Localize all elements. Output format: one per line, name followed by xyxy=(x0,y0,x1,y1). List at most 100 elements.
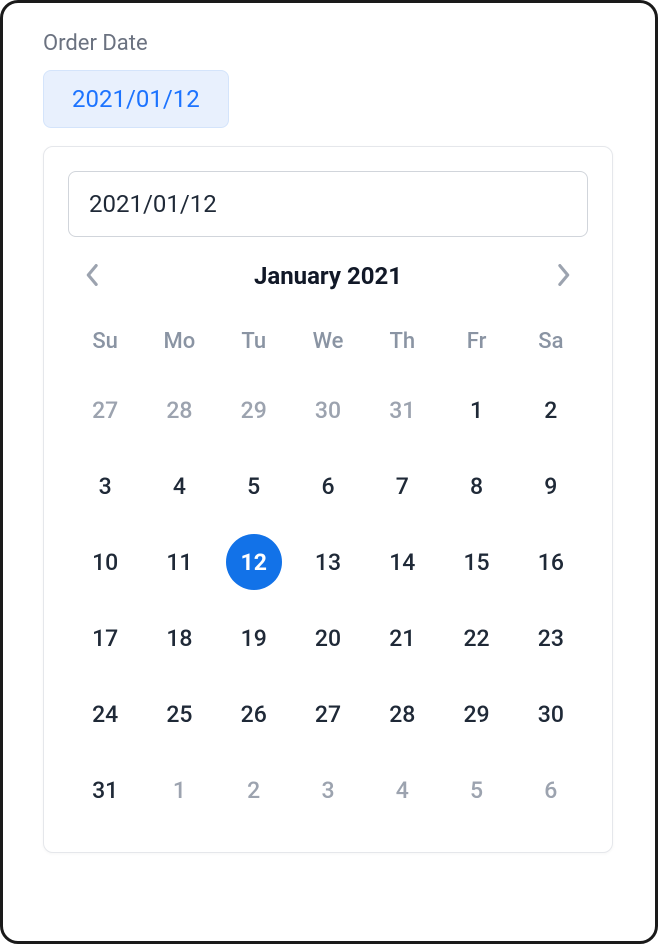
day-cell[interactable]: 12 xyxy=(217,524,291,600)
day-cell[interactable]: 28 xyxy=(365,676,439,752)
day-number: 13 xyxy=(300,534,356,590)
day-number: 6 xyxy=(300,458,356,514)
day-cell[interactable]: 25 xyxy=(142,676,216,752)
next-month-button[interactable] xyxy=(544,257,582,295)
day-number: 20 xyxy=(300,610,356,666)
chevron-right-icon xyxy=(556,264,570,289)
calendar-header: January 2021 xyxy=(68,257,588,295)
day-cell[interactable]: 10 xyxy=(68,524,142,600)
day-number: 18 xyxy=(151,610,207,666)
day-cell[interactable]: 19 xyxy=(217,600,291,676)
day-number: 10 xyxy=(77,534,133,590)
day-cell[interactable]: 27 xyxy=(68,372,142,448)
field-label: Order Date xyxy=(43,31,615,56)
weekday-row: SuMoTuWeThFrSa xyxy=(68,321,588,362)
weekday-label: Th xyxy=(365,321,439,362)
day-number: 27 xyxy=(77,382,133,438)
weekday-label: Su xyxy=(68,321,142,362)
day-cell[interactable]: 16 xyxy=(514,524,588,600)
day-number: 25 xyxy=(151,686,207,742)
day-number: 3 xyxy=(300,762,356,818)
selected-date-pill[interactable]: 2021/01/12 xyxy=(43,70,229,128)
day-cell[interactable]: 31 xyxy=(365,372,439,448)
day-cell[interactable]: 3 xyxy=(68,448,142,524)
prev-month-button[interactable] xyxy=(74,257,112,295)
day-cell[interactable]: 31 xyxy=(68,752,142,828)
day-number: 4 xyxy=(374,762,430,818)
day-cell[interactable]: 26 xyxy=(217,676,291,752)
day-number: 24 xyxy=(77,686,133,742)
day-cell[interactable]: 8 xyxy=(439,448,513,524)
day-cell[interactable]: 4 xyxy=(142,448,216,524)
day-number: 2 xyxy=(226,762,282,818)
day-number: 27 xyxy=(300,686,356,742)
day-number: 21 xyxy=(374,610,430,666)
day-cell[interactable]: 22 xyxy=(439,600,513,676)
weekday-label: Sa xyxy=(514,321,588,362)
day-number: 29 xyxy=(449,686,505,742)
day-number: 23 xyxy=(523,610,579,666)
day-cell[interactable]: 18 xyxy=(142,600,216,676)
day-number: 28 xyxy=(151,382,207,438)
app-frame: Order Date 2021/01/12 January 2021 SuMoT… xyxy=(0,0,658,944)
day-cell[interactable]: 9 xyxy=(514,448,588,524)
day-cell[interactable]: 11 xyxy=(142,524,216,600)
day-cell[interactable]: 2 xyxy=(217,752,291,828)
day-cell[interactable]: 24 xyxy=(68,676,142,752)
day-cell[interactable]: 6 xyxy=(514,752,588,828)
datepicker-panel: January 2021 SuMoTuWeThFrSa 272829303112… xyxy=(43,146,613,853)
day-number: 17 xyxy=(77,610,133,666)
day-number: 11 xyxy=(151,534,207,590)
days-grid: 2728293031123456789101112131415161718192… xyxy=(68,372,588,828)
day-cell[interactable]: 15 xyxy=(439,524,513,600)
day-cell[interactable]: 30 xyxy=(291,372,365,448)
day-cell[interactable]: 6 xyxy=(291,448,365,524)
day-cell[interactable]: 1 xyxy=(142,752,216,828)
day-cell[interactable]: 29 xyxy=(217,372,291,448)
day-cell[interactable]: 23 xyxy=(514,600,588,676)
day-cell[interactable]: 17 xyxy=(68,600,142,676)
day-cell[interactable]: 20 xyxy=(291,600,365,676)
day-number: 14 xyxy=(374,534,430,590)
day-cell[interactable]: 5 xyxy=(217,448,291,524)
day-number: 28 xyxy=(374,686,430,742)
day-cell[interactable]: 30 xyxy=(514,676,588,752)
day-cell[interactable]: 27 xyxy=(291,676,365,752)
day-cell[interactable]: 1 xyxy=(439,372,513,448)
day-number: 30 xyxy=(523,686,579,742)
day-number: 29 xyxy=(226,382,282,438)
day-number: 30 xyxy=(300,382,356,438)
day-cell[interactable]: 14 xyxy=(365,524,439,600)
month-year-title: January 2021 xyxy=(254,262,402,290)
day-number: 6 xyxy=(523,762,579,818)
day-number: 15 xyxy=(449,534,505,590)
day-number: 5 xyxy=(449,762,505,818)
day-cell[interactable]: 2 xyxy=(514,372,588,448)
day-cell[interactable]: 5 xyxy=(439,752,513,828)
weekday-label: Fr xyxy=(439,321,513,362)
chevron-left-icon xyxy=(86,264,100,289)
day-number: 31 xyxy=(77,762,133,818)
day-number: 31 xyxy=(374,382,430,438)
date-input[interactable] xyxy=(68,171,588,237)
day-number: 22 xyxy=(449,610,505,666)
day-number: 2 xyxy=(523,382,579,438)
day-number: 8 xyxy=(449,458,505,514)
day-number: 7 xyxy=(374,458,430,514)
day-cell[interactable]: 21 xyxy=(365,600,439,676)
day-cell[interactable]: 7 xyxy=(365,448,439,524)
day-number-selected: 12 xyxy=(226,534,282,590)
day-cell[interactable]: 28 xyxy=(142,372,216,448)
day-number: 1 xyxy=(449,382,505,438)
weekday-label: We xyxy=(291,321,365,362)
weekday-label: Mo xyxy=(142,321,216,362)
day-number: 3 xyxy=(77,458,133,514)
day-cell[interactable]: 13 xyxy=(291,524,365,600)
day-cell[interactable]: 4 xyxy=(365,752,439,828)
weekday-label: Tu xyxy=(217,321,291,362)
day-number: 9 xyxy=(523,458,579,514)
day-number: 4 xyxy=(151,458,207,514)
day-cell[interactable]: 29 xyxy=(439,676,513,752)
day-cell[interactable]: 3 xyxy=(291,752,365,828)
day-number: 16 xyxy=(523,534,579,590)
